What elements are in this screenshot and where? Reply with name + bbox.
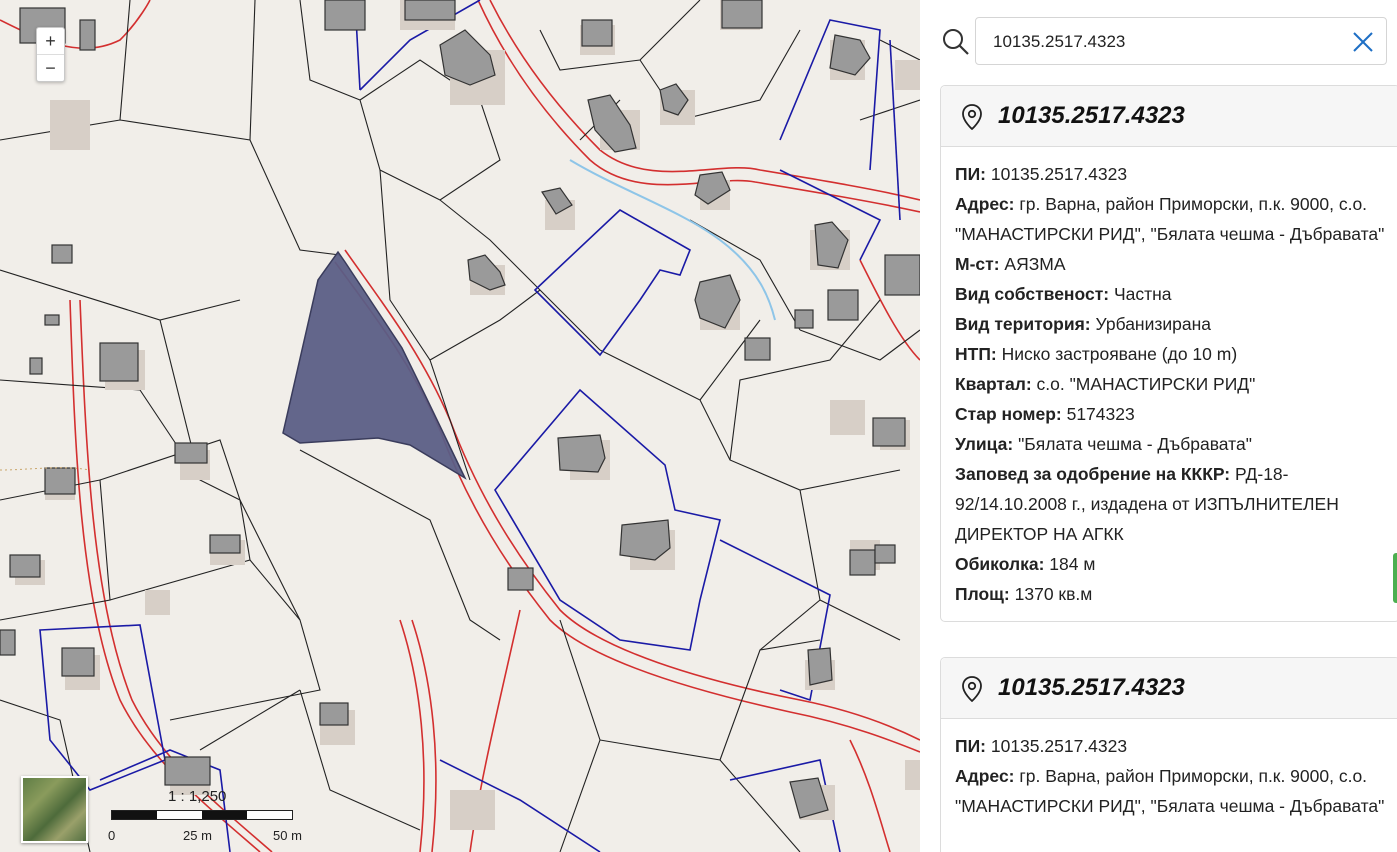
field-value: гр. Варна, район Приморски, п.к. 9000, с… [955, 766, 1385, 816]
field-row: Вид собственост: Частна [955, 279, 1385, 309]
field-value: с.о. "МАНАСТИРСКИ РИД" [1036, 374, 1256, 394]
field-label: Адрес: [955, 766, 1015, 786]
field-row: Улица: "Бялата чешма - Дъбравата" [955, 429, 1385, 459]
field-value: 10135.2517.4323 [990, 164, 1128, 184]
field-row: ПИ: 10135.2517.4323 [955, 731, 1385, 761]
field-row: Квартал: с.о. "МАНАСТИРСКИ РИД" [955, 369, 1385, 399]
map-canvas[interactable] [0, 0, 920, 852]
search-input[interactable] [991, 31, 1335, 53]
zoom-in-button[interactable]: + [37, 28, 64, 54]
scale-tick-0: 0 [108, 828, 116, 843]
field-label: Обиколка: [955, 554, 1045, 574]
field-row: Вид територия: Урбанизирана [955, 309, 1385, 339]
zoom-control: + − [36, 27, 65, 82]
close-icon[interactable] [1352, 31, 1374, 58]
parcel-card-2-body: ПИ: 10135.2517.4323 Адрес: гр. Варна, рай… [941, 719, 1397, 833]
field-value: АЯЗМА [1004, 254, 1066, 274]
field-row: Адрес: гр. Варна, район Приморски, п.к. … [955, 761, 1385, 821]
parcel-card-body: ПИ: 10135.2517.4323 Адрес: гр. Варна, рай… [941, 147, 1397, 621]
parcel-card-title: 10135.2517.4323 [998, 102, 1185, 129]
field-label: Вид територия: [955, 314, 1091, 334]
field-value: "Бялата чешма - Дъбравата" [1018, 434, 1252, 454]
search-field[interactable] [975, 17, 1387, 65]
field-row: ПИ: 10135.2517.4323 [955, 159, 1385, 189]
field-label: ПИ: [955, 164, 986, 184]
field-value: Ниско застрояване (до 10 m) [1001, 344, 1238, 364]
field-row: М-ст: АЯЗМА [955, 249, 1385, 279]
field-value: Частна [1113, 284, 1172, 304]
parcel-card-2-header: 10135.2517.4323 [941, 658, 1397, 719]
parcel-card-2-title: 10135.2517.4323 [998, 674, 1185, 701]
field-label: Стар номер: [955, 404, 1062, 424]
field-row: Адрес: гр. Варна, район Приморски, п.к. … [955, 189, 1385, 249]
field-label: НТП: [955, 344, 997, 364]
scale-bar-graphic [111, 810, 293, 820]
field-label: Вид собственост: [955, 284, 1110, 304]
field-label: М-ст: [955, 254, 1000, 274]
parcel-card-header: 10135.2517.4323 [941, 86, 1397, 147]
field-row: Обиколка: 184 м [955, 549, 1385, 579]
side-panel-tab[interactable] [1393, 553, 1397, 603]
search-icon[interactable] [942, 28, 970, 61]
field-row: Стар номер: 5174323 [955, 399, 1385, 429]
location-pin-icon [961, 104, 983, 135]
field-value: 1370 кв.м [1014, 584, 1093, 604]
zoom-out-button[interactable]: − [37, 54, 64, 81]
field-label: Адрес: [955, 194, 1015, 214]
field-row: НТП: Ниско застрояване (до 10 m) [955, 339, 1385, 369]
field-row: Заповед за одобрение на КККР: РД-18-92/1… [955, 459, 1385, 549]
field-label: Заповед за одобрение на КККР: [955, 464, 1231, 484]
scale-tick-25: 25 m [183, 828, 212, 843]
field-row: Площ: 1370 кв.м [955, 579, 1385, 609]
location-pin-icon [961, 676, 983, 707]
scale-bar: 1 : 1,250 0 25 m 50 m [108, 788, 308, 844]
field-label: Улица: [955, 434, 1014, 454]
field-value: Урбанизирана [1095, 314, 1212, 334]
field-value: гр. Варна, район Приморски, п.к. 9000, с… [955, 194, 1385, 244]
field-label: Площ: [955, 584, 1010, 604]
parcel-card: 10135.2517.4323 ПИ: 10135.2517.4323 Адрес… [940, 85, 1397, 622]
field-label: ПИ: [955, 736, 986, 756]
cadastral-map[interactable]: + − 1 : 1,250 0 25 m 50 m [0, 0, 920, 852]
field-label: Квартал: [955, 374, 1032, 394]
field-value: 10135.2517.4323 [990, 736, 1128, 756]
scale-ratio: 1 : 1,250 [168, 788, 227, 805]
field-value: 184 м [1049, 554, 1096, 574]
satellite-layer-toggle[interactable] [21, 776, 88, 843]
field-value: 5174323 [1066, 404, 1135, 424]
info-panel: 10135.2517.4323 ПИ: 10135.2517.4323Адрес… [920, 0, 1397, 852]
parcel-card-2: 10135.2517.4323 ПИ: 10135.2517.4323 Адрес… [940, 657, 1397, 852]
scale-tick-50: 50 m [273, 828, 302, 843]
